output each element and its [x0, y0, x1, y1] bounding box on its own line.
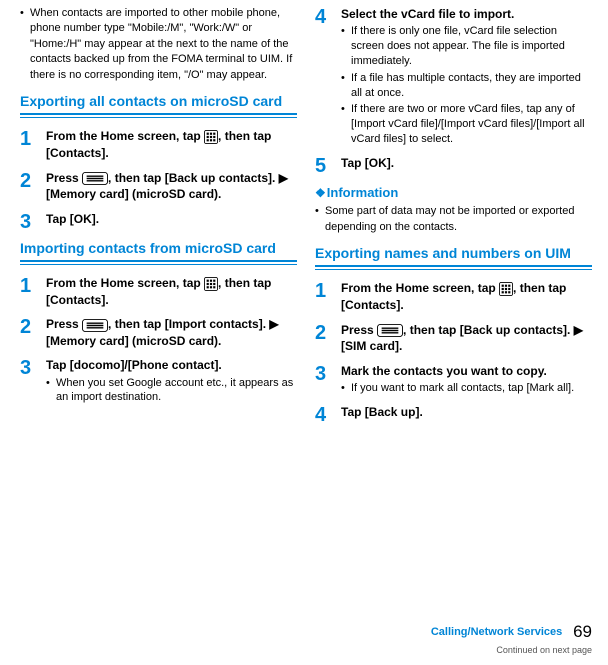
step-2: 2 Press , then tap [Back up contacts]. ▶…: [315, 322, 592, 355]
step-sub-bullet: • When you set Google account etc., it a…: [46, 376, 297, 406]
step-text: Press , then tap [Back up contacts]. ▶ […: [46, 170, 297, 203]
page-footer: Calling/Network Services 69 Continued on…: [431, 620, 592, 657]
step-text: Tap [OK].: [341, 155, 592, 171]
page-number: 69: [573, 622, 592, 641]
step-sub-bullet: •If there is only one file, vCard file s…: [341, 24, 592, 69]
step-sub-bullet: • If you want to mark all contacts, tap …: [341, 381, 592, 396]
section-heading-export-uim: Exporting names and numbers on UIM: [315, 245, 592, 263]
step-4: 4 Select the vCard file to import. •If t…: [315, 6, 592, 147]
step-2: 2 Press , then tap [Back up contacts]. ▶…: [20, 170, 297, 203]
section-heading-import-microsd: Importing contacts from microSD card: [20, 240, 297, 258]
step-5: 5 Tap [OK].: [315, 155, 592, 176]
step-1: 1 From the Home screen, tap , then tap […: [20, 128, 297, 161]
intro-note: • When contacts are imported to other mo…: [20, 6, 297, 83]
grid-icon: [204, 129, 218, 145]
step-sub-bullet: •If a file has multiple contacts, they a…: [341, 71, 592, 101]
menu-icon: [82, 317, 108, 333]
information-note: • Some part of data may not be imported …: [315, 204, 592, 235]
step-3: 3 Tap [OK].: [20, 211, 297, 232]
menu-icon: [82, 170, 108, 186]
menu-icon: [377, 322, 403, 338]
step-text: Select the vCard file to import.: [341, 6, 592, 22]
information-heading: ❖Information: [315, 184, 592, 202]
step-text: Press , then tap [Back up contacts]. ▶ […: [341, 322, 592, 355]
step-text: Tap [Back up].: [341, 404, 592, 420]
continued-text: Continued on next page: [431, 644, 592, 657]
step-sub-bullet: •If there are two or more vCard files, t…: [341, 102, 592, 147]
step-text: Mark the contacts you want to copy.: [341, 363, 592, 379]
grid-icon: [204, 276, 218, 292]
grid-icon: [499, 281, 513, 297]
section-rule: [315, 265, 592, 270]
left-column: • When contacts are imported to other mo…: [20, 6, 297, 606]
step-text: Press , then tap [Import contacts]. ▶ [M…: [46, 316, 297, 349]
step-4: 4 Tap [Back up].: [315, 404, 592, 425]
step-1: 1 From the Home screen, tap , then tap […: [20, 275, 297, 308]
section-heading-export-microsd: Exporting all contacts on microSD card: [20, 93, 297, 111]
footer-link[interactable]: Calling/Network Services: [431, 626, 562, 638]
step-3: 3 Mark the contacts you want to copy. • …: [315, 363, 592, 396]
section-rule: [20, 113, 297, 118]
step-text: Tap [docomo]/[Phone contact].: [46, 357, 297, 373]
step-2: 2 Press , then tap [Import contacts]. ▶ …: [20, 316, 297, 349]
step-1: 1 From the Home screen, tap , then tap […: [315, 280, 592, 313]
step-3: 3 Tap [docomo]/[Phone contact]. • When y…: [20, 357, 297, 405]
step-text: From the Home screen, tap , then tap [Co…: [46, 275, 297, 308]
step-text: From the Home screen, tap , then tap [Co…: [46, 128, 297, 161]
right-column: 4 Select the vCard file to import. •If t…: [315, 6, 592, 606]
step-text: Tap [OK].: [46, 211, 297, 227]
step-text: From the Home screen, tap , then tap [Co…: [341, 280, 592, 313]
section-rule: [20, 260, 297, 265]
